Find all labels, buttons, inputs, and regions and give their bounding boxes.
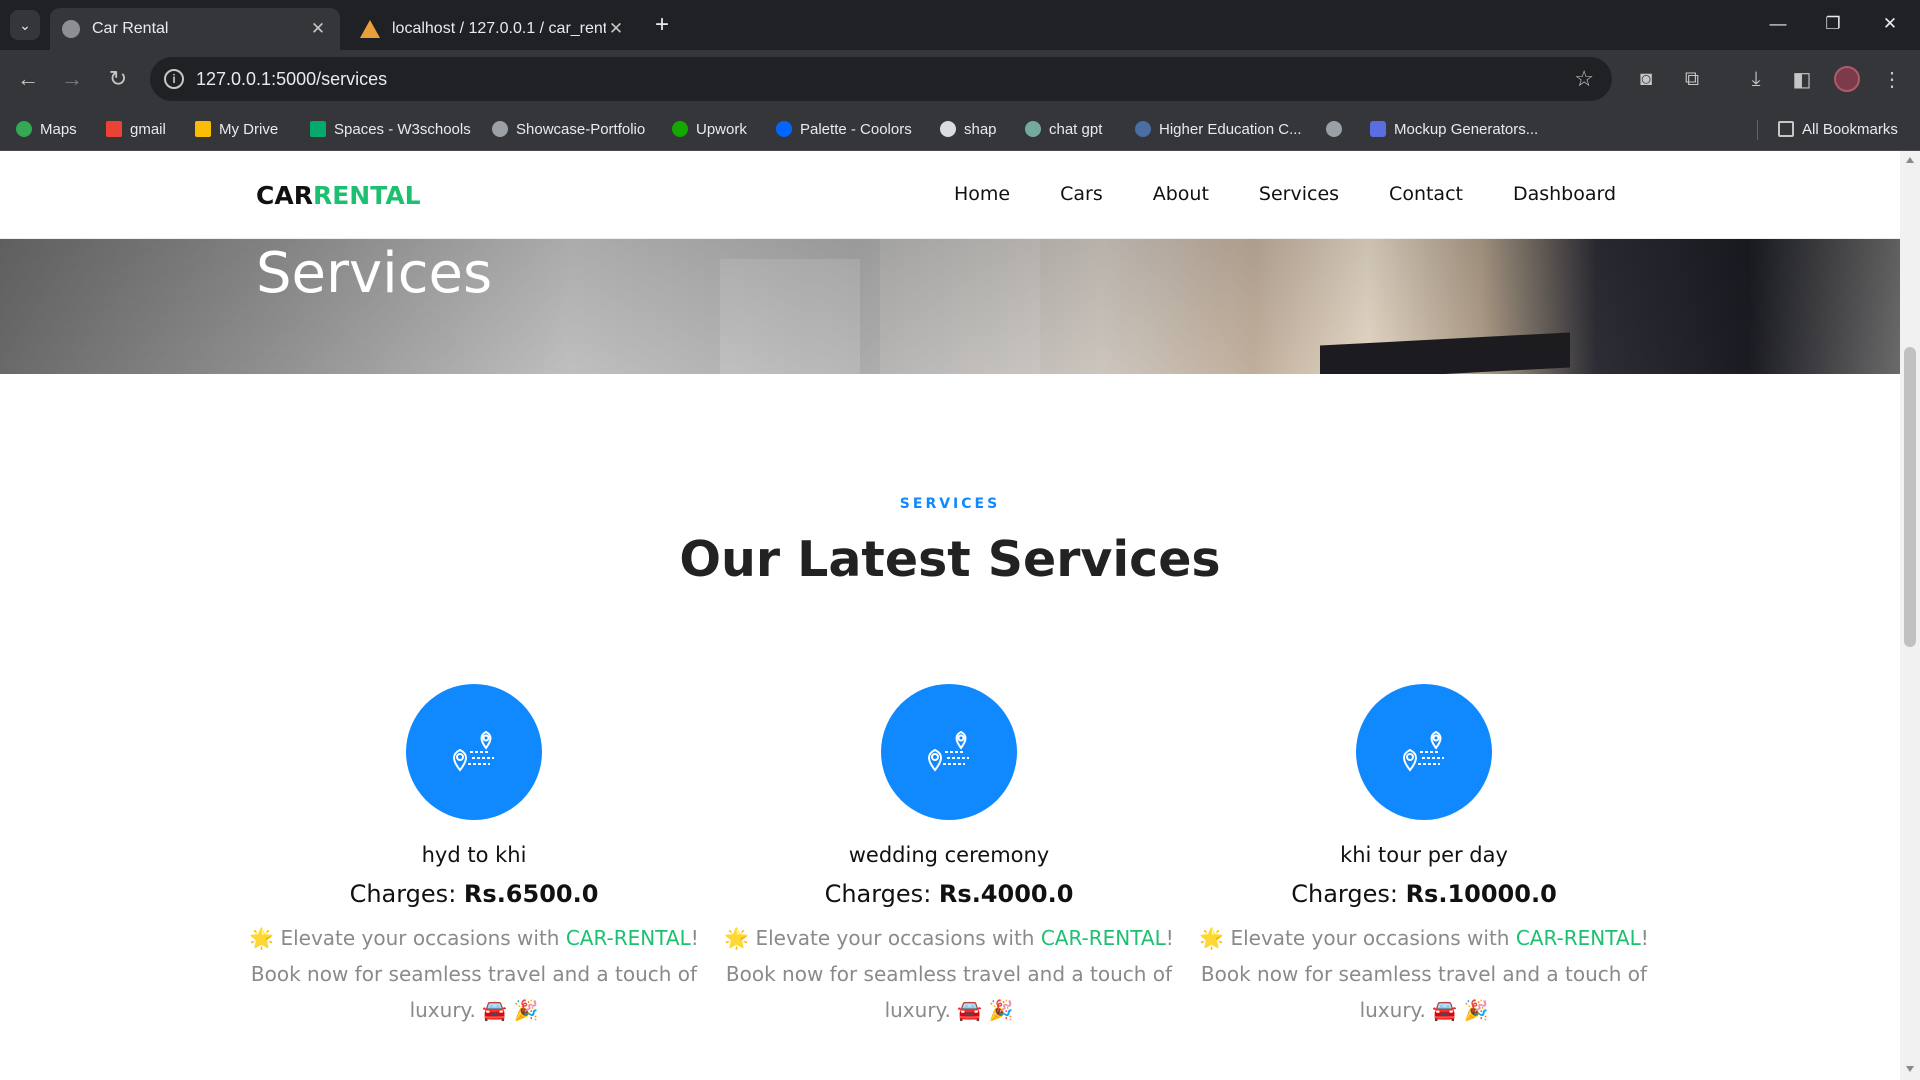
bookmarks-divider [1757,120,1758,140]
section-eyebrow: SERVICES [899,496,1001,512]
bookmark-globe[interactable] [1326,118,1350,140]
phpmyadmin-icon [360,20,380,38]
service-name: hyd to khi [421,843,527,867]
service-price: Rs.6500.0 [463,880,599,908]
hero-title: Services [256,241,493,306]
profile-avatar[interactable] [1834,66,1860,92]
nav-about[interactable]: About [1153,183,1209,205]
screenshot-icon[interactable]: ◙ [1630,63,1662,95]
restore-icon[interactable]: ❐ [1813,8,1853,40]
tab-title: localhost / 127.0.0.1 / car_rental [392,20,606,37]
chatgpt-icon [1025,121,1041,137]
download-icon[interactable]: ⤓ [1740,63,1772,95]
bookmark-mockup-generators[interactable]: Mockup Generators... [1370,118,1538,140]
menu-kebab-icon[interactable]: ⋮ [1876,63,1908,95]
route-pin-icon [881,684,1017,820]
tab-search-button[interactable]: ⌄ [10,10,40,40]
tab-phpmyadmin[interactable]: localhost / 127.0.0.1 / car_rental ✕ [348,8,638,50]
drive-icon [195,121,211,137]
service-card: wedding ceremony Charges: Rs.4000.0 🌟 El… [724,684,1174,1028]
service-description: 🌟 Elevate your occasions with CAR-RENTAL… [1199,926,1649,1022]
nav-home[interactable]: Home [954,183,1010,205]
hec-icon [1135,121,1151,137]
forward-icon[interactable]: → [56,63,88,95]
bookmark-coolors[interactable]: Palette - Coolors [776,118,912,140]
service-price: Rs.4000.0 [938,880,1074,908]
site-logo[interactable]: CARRENTAL [256,181,421,210]
w3schools-icon [310,121,326,137]
url-text[interactable]: 127.0.0.1:5000/services [196,69,387,90]
bookmark-star-icon[interactable]: ☆ [1574,66,1594,92]
service-name: wedding ceremony [848,843,1050,867]
bookmark-higher-education[interactable]: Higher Education C... [1135,118,1302,140]
upwork-icon [672,121,688,137]
extensions-icon[interactable]: ⧉ [1676,63,1708,95]
service-card: hyd to khi Charges: Rs.6500.0 🌟 Elevate … [249,684,699,1028]
back-icon[interactable]: ← [12,63,44,95]
service-description: 🌟 Elevate your occasions with CAR-RENTAL… [249,926,699,1022]
bookmark-my-drive[interactable]: My Drive [195,118,278,140]
site-info-icon[interactable]: i [164,69,184,89]
scrollbar-thumb[interactable] [1904,347,1916,647]
bookmark-w3schools[interactable]: Spaces - W3schools [310,118,471,140]
folder-icon [1778,121,1794,137]
scroll-up-icon[interactable] [1906,157,1914,163]
close-tab-icon[interactable]: ✕ [308,19,328,39]
globe-icon [1326,121,1342,137]
page-scrollbar[interactable] [1900,151,1920,1080]
globe-icon [62,20,80,38]
bookmark-maps[interactable]: Maps [16,118,77,140]
globe-icon [492,121,508,137]
nav-dashboard[interactable]: Dashboard [1513,183,1616,205]
shap-icon [940,121,956,137]
nav-contact[interactable]: Contact [1389,183,1463,205]
gmail-icon [106,121,122,137]
service-charges: Charges: Rs.10000.0 [1291,880,1557,908]
tab-car-rental[interactable]: Car Rental ✕ [50,8,340,50]
page-viewport: CARRENTAL Home Cars About Services Conta… [0,151,1900,1080]
bookmark-chat-gpt[interactable]: chat gpt [1025,118,1102,140]
main-nav: Home Cars About Services Contact Dashboa… [954,183,1616,205]
all-bookmarks[interactable]: All Bookmarks [1778,118,1898,140]
section-title: Our Latest Services [679,531,1221,588]
bookmark-gmail[interactable]: gmail [106,118,166,140]
address-bar[interactable]: i 127.0.0.1:5000/services ☆ [150,57,1612,101]
bookmarks-bar: Maps gmail My Drive Spaces - W3schools S… [0,108,1920,151]
scroll-down-icon[interactable] [1906,1066,1914,1072]
service-description: 🌟 Elevate your occasions with CAR-RENTAL… [724,926,1174,1022]
window-close-icon[interactable]: ✕ [1870,8,1910,40]
service-charges: Charges: Rs.4000.0 [824,880,1074,908]
mockup-icon [1370,121,1386,137]
bookmark-showcase-portfolio[interactable]: Showcase-Portfolio [492,118,645,140]
site-header: CARRENTAL Home Cars About Services Conta… [0,151,1900,239]
nav-cars[interactable]: Cars [1060,183,1103,205]
service-card: khi tour per day Charges: Rs.10000.0 🌟 E… [1199,684,1649,1028]
bookmark-shap[interactable]: shap [940,118,997,140]
nav-services[interactable]: Services [1259,183,1339,205]
close-tab-icon[interactable]: ✕ [606,19,626,39]
service-price: Rs.10000.0 [1405,880,1557,908]
service-charges: Charges: Rs.6500.0 [349,880,599,908]
reload-icon[interactable]: ↻ [102,63,134,95]
tab-title: Car Rental [92,20,169,37]
browser-tab-bar: ⌄ Car Rental ✕ localhost / 127.0.0.1 / c… [0,0,1920,50]
minimize-icon[interactable]: — [1758,8,1798,40]
side-panel-icon[interactable]: ◧ [1786,63,1818,95]
bookmark-upwork[interactable]: Upwork [672,118,747,140]
route-pin-icon [1356,684,1492,820]
coolors-icon [776,121,792,137]
maps-icon [16,121,32,137]
browser-toolbar: ← → ↻ i 127.0.0.1:5000/services ☆ ◙ ⧉ ⤓ … [0,50,1920,108]
new-tab-button[interactable]: + [650,10,674,40]
route-pin-icon [406,684,542,820]
service-name: khi tour per day [1340,843,1508,867]
hero-banner: Services [0,239,1900,374]
